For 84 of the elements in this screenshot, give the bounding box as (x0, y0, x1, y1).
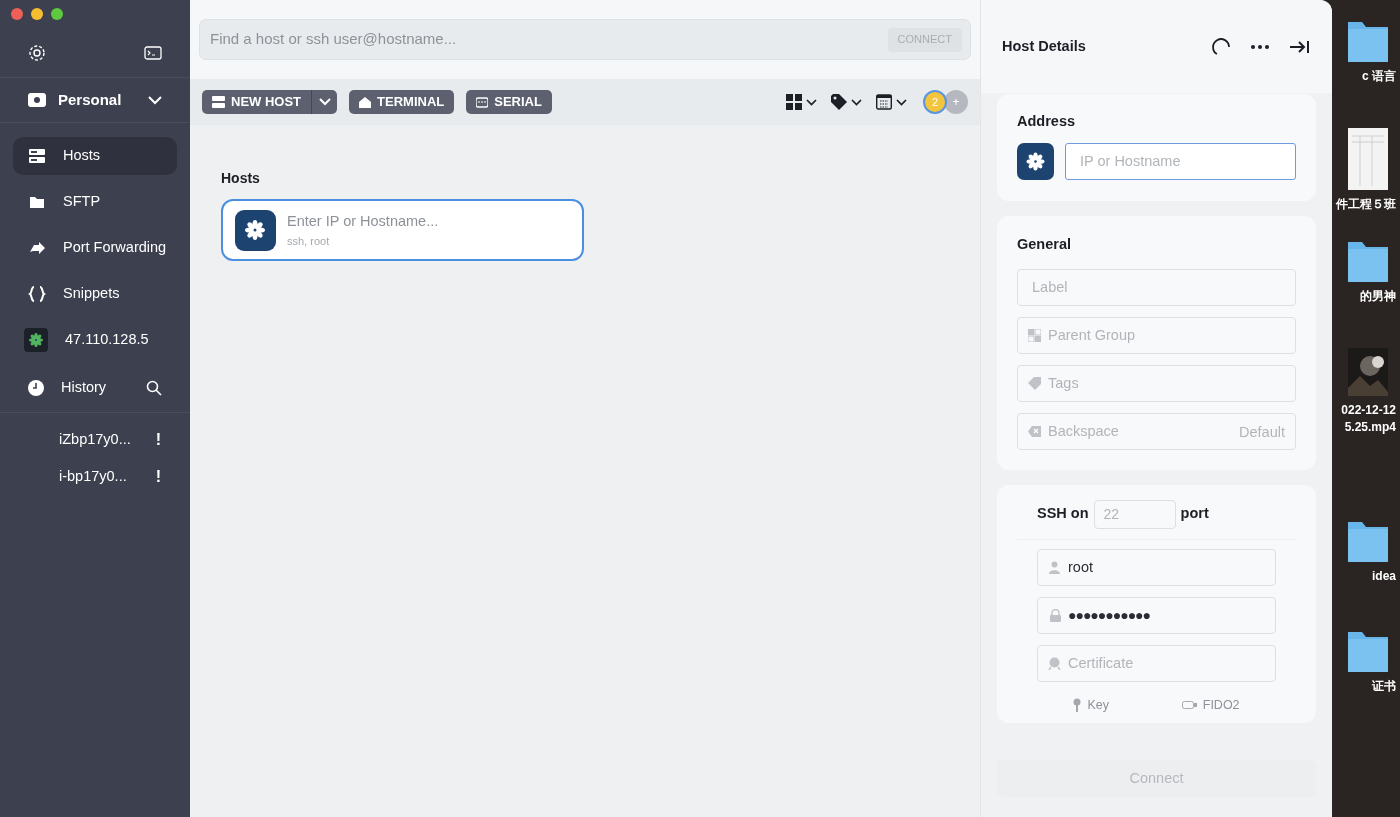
host-icon (24, 328, 48, 352)
calendar-icon (876, 94, 892, 110)
chevron-down-icon (318, 98, 331, 106)
backspace-icon (1028, 424, 1041, 438)
file-label: 件工程５班 (1336, 196, 1396, 213)
serial-button[interactable]: SERIAL (466, 90, 552, 114)
window-control-icon (11, 8, 23, 20)
vault-selector[interactable]: Personal (0, 78, 190, 123)
sidebar-item[interactable]: 47.110.128.5 (13, 321, 177, 359)
panel-title: Host Details (1002, 36, 1087, 56)
input-field[interactable]: root (1037, 548, 1276, 586)
tag-icon (1028, 376, 1041, 390)
calendar-button[interactable] (876, 94, 907, 110)
address-field[interactable]: IP or Hostname (1065, 142, 1296, 180)
collapse-panel-button[interactable] (1289, 38, 1310, 55)
group-icon (1028, 328, 1041, 342)
history-item[interactable]: i-bp17y0... ! (0, 458, 190, 495)
certificate-icon (1048, 656, 1061, 670)
server-icon (28, 147, 46, 165)
input-field[interactable]: Parent Group (1017, 316, 1296, 354)
file-label: c 语言 (1362, 68, 1396, 85)
arrow-icon (28, 239, 46, 257)
warning-mark: ! (155, 429, 161, 450)
settings-icon (28, 43, 46, 62)
user-icon (1048, 560, 1061, 574)
host-icon (235, 209, 276, 251)
section-title: Address (1017, 112, 1077, 131)
file-label: 证书 (1372, 678, 1396, 695)
more-icon (1251, 43, 1269, 50)
password-field[interactable]: ●●●●●●●●●●● (1037, 596, 1276, 634)
input-field[interactable]: Tags (1017, 364, 1296, 402)
tags-button[interactable] (831, 94, 862, 110)
window-control-icon (51, 8, 63, 20)
host-subtitle: ssh, root (287, 233, 331, 249)
more-button[interactable] (1251, 43, 1269, 50)
file-label: 5.25.mp4 (1344, 419, 1396, 436)
file-label: idea (1372, 568, 1396, 585)
default-value: Default (1239, 422, 1285, 442)
section-title: General (1017, 235, 1072, 254)
history-item[interactable]: iZbp17y0... ! (0, 421, 190, 458)
grid-view-button[interactable] (786, 94, 817, 110)
input-field[interactable]: Label (1017, 268, 1296, 306)
port-field[interactable]: 22 (1093, 499, 1176, 529)
braces-icon (28, 285, 46, 303)
sidebar-item[interactable]: SFTP (13, 183, 177, 221)
chevron-down-icon (806, 98, 817, 106)
history-label: History (61, 377, 108, 397)
port-label: port (1180, 504, 1209, 524)
sidebar-item[interactable]: Hosts (13, 137, 177, 175)
grid-icon (786, 94, 802, 110)
host-title: Enter IP or Hostname... (287, 211, 439, 231)
server-icon (212, 96, 225, 108)
section-title: Hosts (221, 169, 261, 188)
file-label: 022-12-12 (1341, 402, 1396, 419)
collapse-icon (1289, 38, 1310, 55)
lock-icon (1049, 608, 1062, 622)
search-button[interactable] (146, 379, 162, 396)
chevron-down-icon (148, 95, 162, 105)
host-icon (1017, 142, 1054, 180)
terminal-button[interactable] (144, 45, 162, 60)
home-icon (359, 96, 372, 108)
clock-icon (28, 379, 44, 396)
sidebar-item[interactable]: Port Forwarding (13, 229, 177, 267)
ssh-label: SSH on (1037, 504, 1089, 524)
tag-icon (831, 94, 847, 110)
chevron-down-icon (896, 98, 907, 106)
usb-key-icon (1181, 701, 1197, 710)
refresh-icon (1211, 36, 1231, 57)
file-label: 的男神 (1360, 288, 1396, 305)
terminal-icon (144, 45, 162, 60)
refresh-button[interactable] (1211, 36, 1231, 57)
user-count-badge: 2 (923, 90, 947, 114)
chevron-down-icon (851, 98, 862, 106)
terminal-button[interactable]: TERMINAL (349, 90, 455, 114)
input-field[interactable]: Certificate (1037, 644, 1276, 682)
vault-icon (28, 92, 46, 108)
warning-mark: ! (155, 466, 161, 487)
document-thumbnail (1348, 128, 1388, 190)
port-icon (476, 96, 489, 108)
key-icon (1073, 698, 1082, 713)
sidebar-item[interactable]: Snippets (13, 275, 177, 313)
settings-button[interactable] (28, 43, 46, 62)
window-control-icon (31, 8, 43, 20)
search-icon (146, 379, 162, 396)
